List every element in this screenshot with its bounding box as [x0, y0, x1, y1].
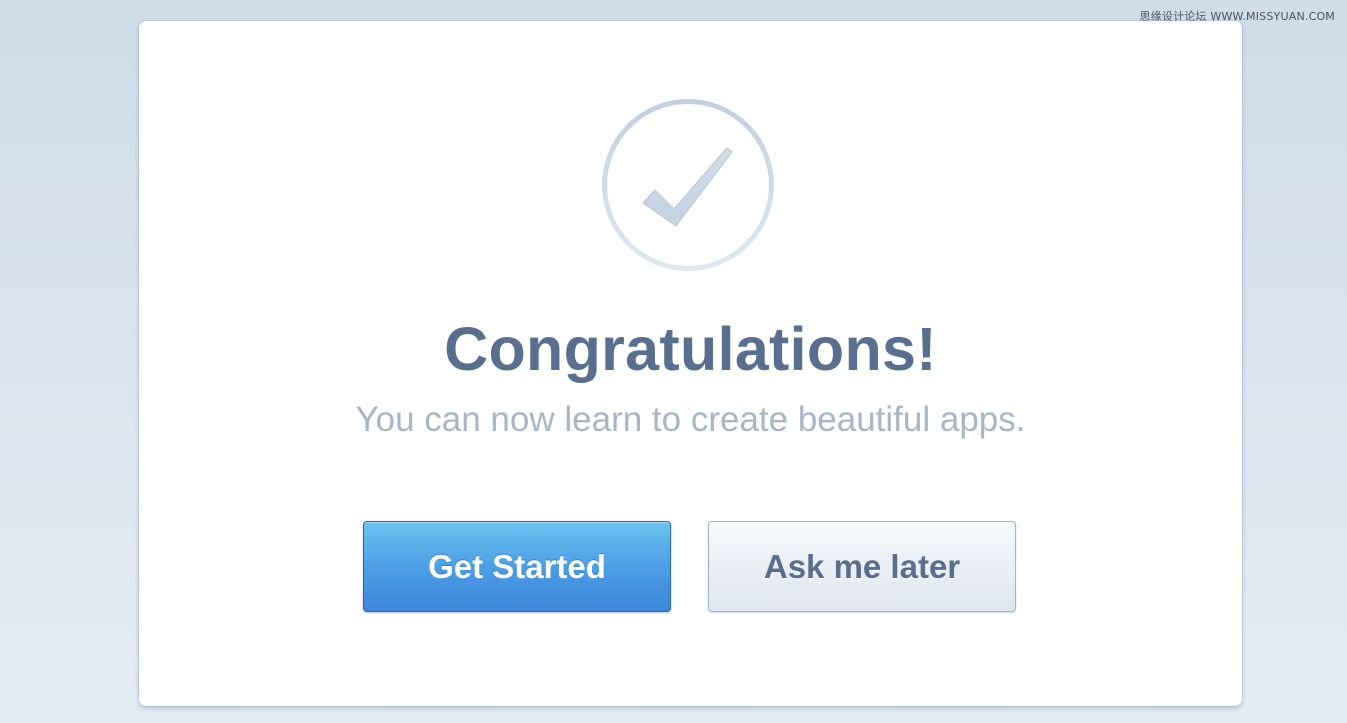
get-started-button[interactable]: Get Started	[363, 521, 671, 612]
page-title: Congratulations!	[444, 315, 937, 383]
congratulations-dialog: Congratulations! You can now learn to cr…	[139, 21, 1242, 706]
ask-me-later-button[interactable]: Ask me later	[708, 521, 1016, 612]
page-subtitle: You can now learn to create beautiful ap…	[355, 400, 1026, 439]
checkmark-circle-icon	[599, 96, 777, 274]
